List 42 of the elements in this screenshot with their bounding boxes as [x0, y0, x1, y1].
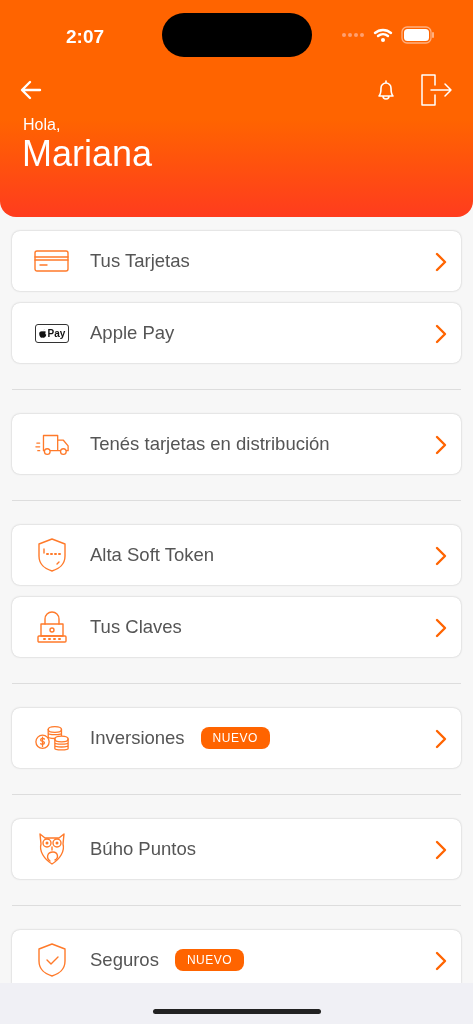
chevron-right-icon: [435, 251, 447, 272]
shield-icon: [36, 537, 68, 573]
coins-icon: [34, 724, 70, 752]
shield-check-icon: [36, 942, 68, 978]
chevron-right-icon: [435, 545, 447, 566]
menu-item-label: Alta Soft Token: [90, 543, 215, 568]
new-tag: NUEVO: [174, 949, 245, 971]
wifi-icon: [373, 27, 393, 43]
padlock-icon: [36, 610, 68, 644]
menu-item[interactable]: Pay Apple Pay: [12, 303, 461, 363]
menu-item-label: Inversiones: [90, 726, 185, 751]
logout-icon[interactable]: [421, 74, 453, 106]
chevron-right-icon: [435, 434, 447, 455]
credit-card-icon: [34, 249, 70, 273]
notification-bell-icon[interactable]: [375, 78, 397, 102]
menu-item-label: Búho Puntos: [90, 837, 196, 862]
menu-item-label: Tus Tarjetas: [90, 249, 190, 274]
menu-item-label: Apple Pay: [90, 321, 175, 346]
user-name: Mariana: [22, 133, 154, 174]
signal-icon: [341, 32, 365, 38]
chevron-right-icon: [435, 323, 447, 344]
menu-item[interactable]: Búho Puntos: [12, 819, 461, 879]
menu-item[interactable]: Tus Claves: [12, 597, 461, 657]
chevron-right-icon: [435, 617, 447, 638]
menu-item-label: Seguros: [90, 948, 159, 973]
menu-item[interactable]: Alta Soft Token: [12, 525, 461, 585]
menu-item[interactable]: Inversiones NUEVO: [12, 708, 461, 768]
menu-item-label: Tenés tarjetas en distribución: [90, 432, 330, 457]
battery-icon: [401, 26, 435, 44]
menu-item[interactable]: Tus Tarjetas: [12, 231, 461, 291]
status-time: 2:07: [66, 25, 105, 49]
chevron-right-icon: [435, 950, 447, 971]
new-tag: NUEVO: [200, 727, 270, 749]
menu-item[interactable]: Seguros NUEVO: [12, 930, 461, 983]
chevron-right-icon: [435, 839, 447, 860]
owl-icon: [36, 831, 68, 867]
back-arrow-icon[interactable]: [20, 80, 42, 100]
chevron-right-icon: [435, 728, 447, 749]
apple-pay-logo: Pay: [34, 323, 70, 343]
greeting-text: Hola,: [23, 116, 62, 134]
menu-item-label: Tus Claves: [90, 615, 182, 640]
menu-item[interactable]: Tenés tarjetas en distribución: [12, 414, 461, 474]
